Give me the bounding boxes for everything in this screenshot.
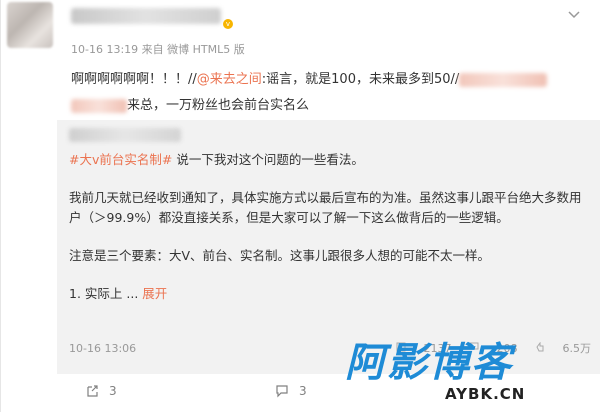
post-line-2: 来总，一万粉丝也会前台实名么 [71, 93, 591, 119]
watermark-sub: AYBK.CN [445, 385, 526, 403]
comment-bubble-icon [276, 385, 288, 398]
repost-button[interactable]: 3 [85, 384, 117, 398]
username-blurred[interactable] [71, 8, 221, 24]
comment-count: 3 [299, 384, 307, 398]
repost-paragraph-2: 注意是三个要素：大V、前台、实名制。这事儿跟很多人想的可能不太一样。 [69, 248, 491, 263]
post-line-1-rest: :谣言，就是100，未来最多到50// [261, 72, 460, 87]
watermark-logo: 阿影博客 AYBK.CN [345, 340, 595, 410]
repost-time: 10-16 13:06 [69, 342, 137, 355]
post-line-1: 啊啊啊啊啊啊！！！//@来去之间:谣言，就是100，未来最多到50// [71, 67, 591, 93]
watermark-main: 阿影博客 [345, 340, 513, 386]
mention-link-blurred-2[interactable] [71, 98, 127, 113]
post-line-1-prefix: 啊啊啊啊啊啊！！！// [71, 72, 197, 87]
repost-text: #大v前台实名制# 说一下我对这个问题的一些看法。 我前几天就已经收到通知了，具… [69, 150, 589, 304]
share-icon [87, 385, 98, 397]
repost-item-1: 1. 实际上 ... [69, 286, 139, 301]
post-text: 啊啊啊啊啊啊！！！//@来去之间:谣言，就是100，未来最多到50// 来总，一… [71, 67, 591, 119]
weibo-post-card: v 10-16 13:19 来自 微博 HTML5 版 啊啊啊啊啊啊！！！//@… [0, 0, 600, 412]
expand-link[interactable]: 展开 [142, 286, 167, 301]
reposted-weibo[interactable]: #大v前台实名制# 说一下我对这个问题的一些看法。 我前几天就已经收到通知了，具… [57, 120, 600, 374]
topic-tag-link[interactable]: #大v前台实名制# [69, 152, 172, 167]
post-meta: 10-16 13:19 来自 微博 HTML5 版 [71, 43, 245, 56]
mention-link[interactable]: @来去之间 [197, 72, 262, 87]
vip-badge-icon: v [223, 19, 233, 29]
mention-link-blurred[interactable] [459, 72, 548, 87]
repost-paragraph-1: 我前几天就已经收到通知了，具体实施方式以最后宣布的为准。虽然这事儿跟平台绝大多数… [69, 190, 582, 225]
comment-button[interactable]: 3 [275, 384, 307, 398]
repost-author-blurred[interactable] [69, 128, 181, 142]
post-line-2-text: 来总，一万粉丝也会前台实名么 [127, 98, 310, 113]
repost-intro: 说一下我对这个问题的一些看法。 [172, 152, 364, 167]
repost-count: 3 [109, 384, 117, 398]
chevron-down-icon[interactable] [567, 8, 581, 22]
avatar[interactable] [7, 2, 53, 48]
